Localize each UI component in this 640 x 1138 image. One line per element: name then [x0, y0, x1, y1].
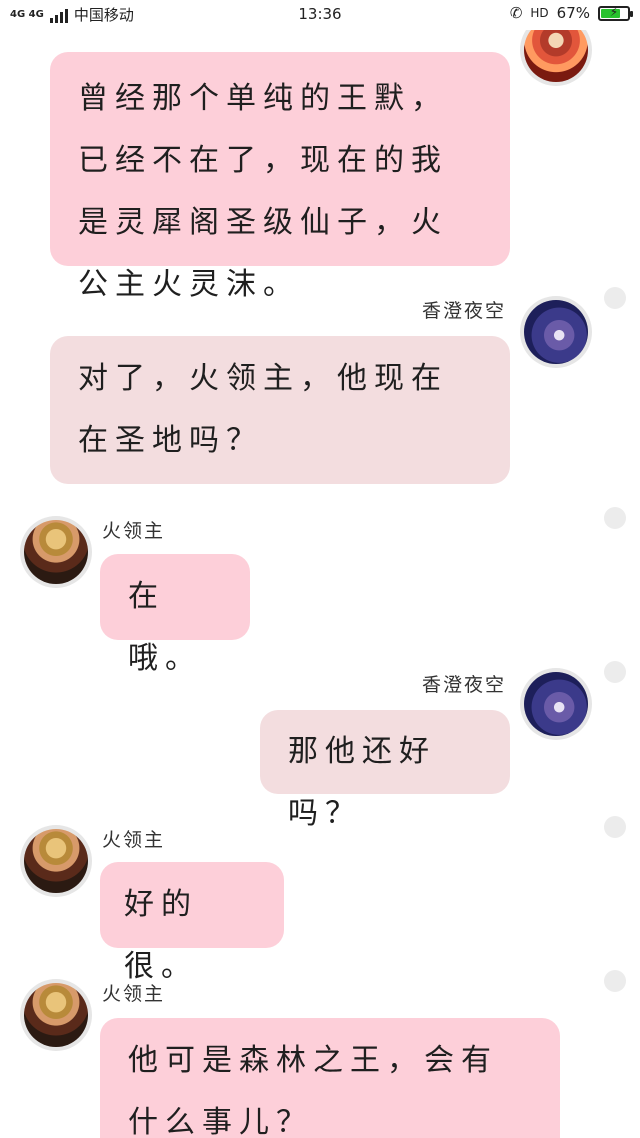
- hd-indicator: HD: [530, 6, 549, 20]
- sender-name: 火领主: [102, 829, 166, 851]
- message-text: 曾经那个单纯的王默，已经不在了，现在的我是灵犀阁圣级仙子，火公主火灵沫。: [78, 81, 448, 302]
- message-text: 他可是森林之王，会有什么事儿？: [128, 1043, 498, 1138]
- sender-name: 火领主: [102, 983, 166, 1005]
- status-dot: [604, 661, 626, 683]
- status-dot: [604, 970, 626, 992]
- battery-percent: 67%: [556, 4, 590, 22]
- message-bubble[interactable]: 那他还好吗？: [260, 710, 510, 831]
- message-bubble[interactable]: 好的很。: [100, 862, 284, 984]
- status-right: ✆ HD 67% ⚡: [509, 4, 633, 22]
- message-bubble[interactable]: 他可是森林之王，会有什么事儿？: [100, 1018, 560, 1138]
- message-bubble[interactable]: 曾经那个单纯的王默，已经不在了，现在的我是灵犀阁圣级仙子，火公主火灵沫。: [50, 52, 510, 302]
- status-dot: [604, 507, 626, 529]
- avatar[interactable]: [520, 668, 592, 740]
- avatar[interactable]: [20, 516, 92, 588]
- battery-icon: ⚡: [598, 4, 633, 21]
- sender-name: 香澄夜空: [421, 300, 506, 322]
- status-dot: [604, 287, 626, 309]
- avatar-image: [24, 829, 88, 893]
- message-text: 那他还好吗？: [288, 734, 436, 831]
- message-bubble[interactable]: 在哦。: [100, 554, 250, 676]
- avatar-image: [24, 983, 88, 1047]
- status-dot: [604, 816, 626, 838]
- message-text: 对了，火领主，他现在在圣地吗？: [78, 361, 448, 458]
- avatar[interactable]: [520, 296, 592, 368]
- sender-name: 火领主: [102, 520, 166, 542]
- avatar[interactable]: [20, 825, 92, 897]
- avatar-image: [524, 300, 588, 364]
- message-text: 好的很。: [124, 887, 198, 984]
- charging-icon: ⚡: [609, 4, 619, 19]
- avatar[interactable]: [20, 979, 92, 1051]
- status-bar: 4G 4G 中国移动 13:36 ✆ HD 67% ⚡: [0, 0, 640, 30]
- message-bubble[interactable]: 对了，火领主，他现在在圣地吗？: [50, 336, 510, 484]
- avatar-image: [524, 672, 588, 736]
- avatar-image: [24, 520, 88, 584]
- sender-name: 香澄夜空: [421, 674, 506, 696]
- call-icon: ✆: [509, 4, 523, 22]
- message-text: 在哦。: [128, 579, 202, 676]
